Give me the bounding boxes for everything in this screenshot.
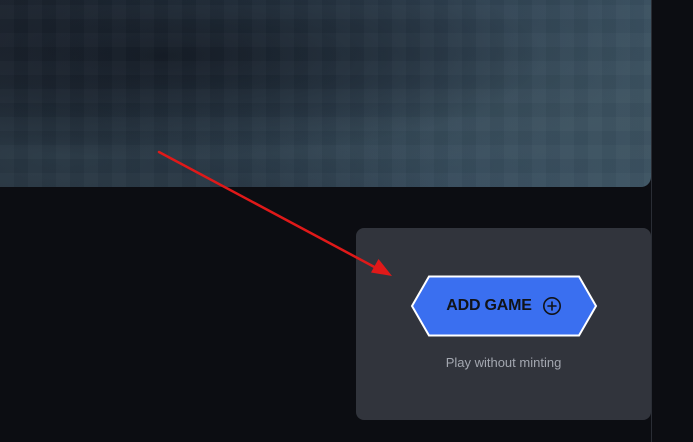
panel-divider	[651, 0, 652, 442]
game-banner-image	[0, 0, 651, 187]
add-game-button[interactable]: ADD GAME	[410, 275, 598, 337]
plus-circle-icon	[542, 296, 562, 316]
page: ADD GAME Play without minting	[0, 0, 693, 442]
play-without-minting-text: Play without minting	[445, 355, 562, 370]
add-game-card: ADD GAME Play without minting	[356, 228, 651, 420]
add-game-button-label: ADD GAME	[446, 297, 532, 314]
